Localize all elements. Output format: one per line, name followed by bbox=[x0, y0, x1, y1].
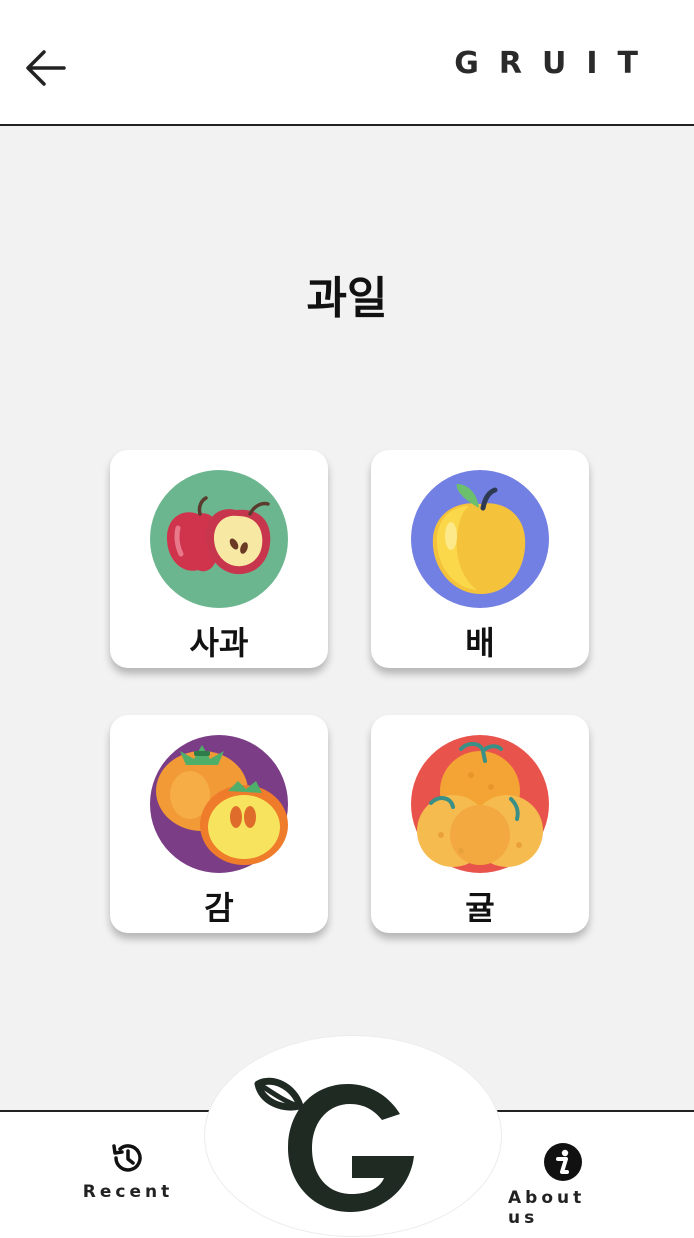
fruit-label-apple: 사과 bbox=[189, 624, 249, 662]
recent-nav-label: Recent bbox=[82, 1182, 174, 1202]
persimmon-icon bbox=[150, 735, 288, 873]
fruit-card-tangerine[interactable]: 귤 bbox=[371, 715, 589, 933]
fruit-card-apple[interactable]: 사과 bbox=[110, 450, 328, 668]
fruit-card-persimmon[interactable]: 감 bbox=[110, 715, 328, 933]
fruit-label-persimmon: 감 bbox=[204, 889, 234, 927]
gruit-logo-icon[interactable] bbox=[250, 1070, 430, 1220]
app-brand-title: GRUIT bbox=[454, 46, 658, 81]
arrow-left-icon bbox=[26, 50, 66, 86]
apple-icon bbox=[150, 470, 288, 608]
pear-icon bbox=[411, 470, 549, 608]
top-app-bar: GRUIT bbox=[0, 0, 694, 126]
tangerine-icon bbox=[411, 735, 549, 873]
page-title: 과일 bbox=[306, 273, 388, 324]
history-icon bbox=[112, 1144, 142, 1172]
about-us-nav-label: About us bbox=[508, 1188, 586, 1228]
info-icon bbox=[544, 1143, 582, 1181]
recent-nav-button[interactable]: Recent bbox=[82, 1140, 174, 1202]
fruit-label-tangerine: 귤 bbox=[465, 889, 495, 927]
fruit-card-pear[interactable]: 배 bbox=[371, 450, 589, 668]
back-button[interactable] bbox=[22, 44, 70, 92]
fruit-label-pear: 배 bbox=[465, 624, 495, 662]
about-us-nav-button[interactable]: About us bbox=[508, 1142, 618, 1228]
